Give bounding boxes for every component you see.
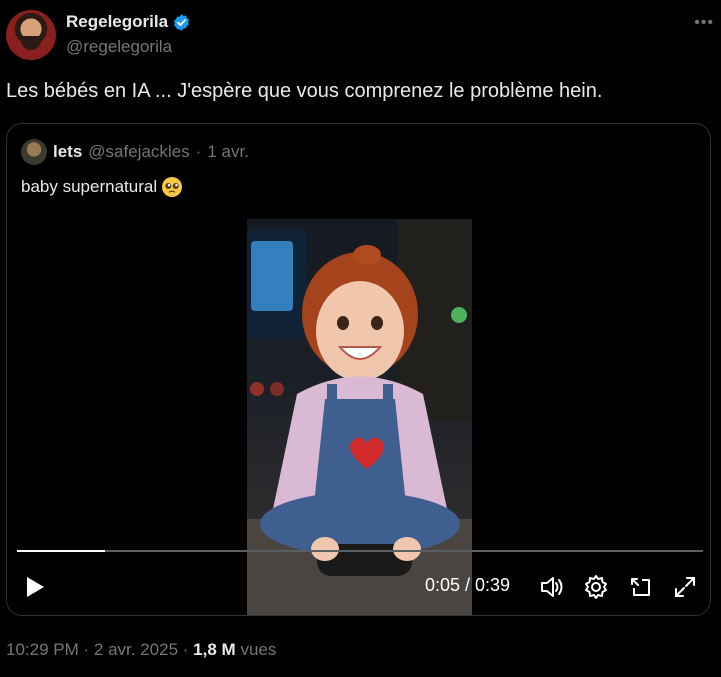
picture-in-picture-icon[interactable]	[628, 574, 654, 600]
volume-icon[interactable]	[539, 574, 565, 600]
quoted-text-row: baby supernatural	[21, 176, 183, 198]
author-avatar[interactable]	[6, 10, 56, 60]
meta-separator: ·	[182, 640, 189, 659]
tweet-text: Les bébés en IA ... J'espère que vous co…	[6, 80, 603, 102]
settings-gear-icon[interactable]	[583, 574, 609, 600]
quoted-header: lets @safejackles · 1 avr.	[21, 139, 249, 165]
avatar-beard	[21, 36, 41, 50]
video-time-display: 0:05 / 0:39	[425, 575, 511, 595]
quoted-handle[interactable]: @safejackles	[88, 142, 189, 162]
author-display-name[interactable]: Regelegorila	[66, 12, 168, 32]
video-progress-track[interactable]	[17, 550, 703, 552]
quoted-separator: ·	[195, 142, 202, 161]
author-name-row: Regelegorila	[66, 12, 191, 32]
fullscreen-icon[interactable]	[672, 574, 698, 600]
tweet-time[interactable]: 10:29 PM	[6, 640, 79, 659]
quoted-avatar[interactable]	[21, 139, 47, 165]
video-player[interactable]: 0:05 / 0:39	[7, 219, 710, 615]
quoted-date[interactable]: 1 avr.	[207, 142, 249, 162]
tweet-date[interactable]: 2 avr. 2025	[94, 640, 178, 659]
verified-badge-icon	[174, 13, 189, 31]
video-frame[interactable]	[247, 219, 472, 615]
video-thumbnail-illustration	[247, 219, 472, 615]
tweet-header: Regelegorila @regelegorila •••	[6, 8, 718, 64]
tweet-meta: 10:29 PM · 2 avr. 2025 · 1,8 M vues	[6, 640, 276, 660]
quoted-tweet[interactable]: lets @safejackles · 1 avr. baby supernat…	[6, 123, 711, 616]
views-count: 1,8 M	[193, 640, 236, 659]
views-label: vues	[240, 640, 277, 659]
more-options-icon[interactable]: •••	[694, 14, 714, 32]
meta-separator: ·	[83, 640, 90, 659]
author-handle[interactable]: @regelegorila	[66, 37, 172, 57]
quoted-text: baby supernatural	[21, 177, 158, 196]
quoted-name[interactable]: lets	[53, 142, 82, 162]
video-progress-fill	[17, 550, 105, 552]
pleading-face-emoji-icon	[162, 177, 183, 197]
play-icon[interactable]	[24, 575, 46, 599]
